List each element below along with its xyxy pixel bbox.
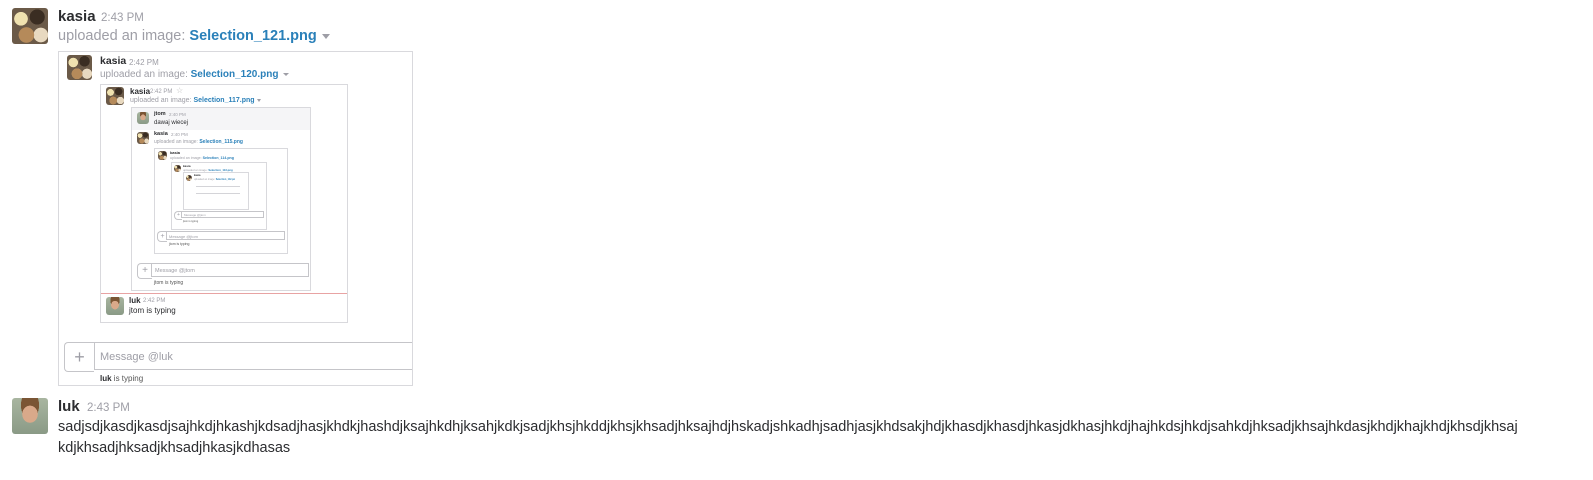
image-preview: jtom 2:40 PM dawaj wiecej kasia 2:40 PM …: [131, 107, 311, 291]
divider: [196, 186, 240, 187]
file-link: Selection_117.png: [193, 97, 255, 104]
avatar: [158, 151, 167, 160]
typing-indicator: jtom is typing: [154, 280, 184, 286]
new-messages-divider: [101, 293, 347, 294]
typing-suffix: is typing: [113, 374, 144, 383]
avatar: [106, 87, 124, 105]
message-timestamp[interactable]: 2:43 PM: [101, 12, 144, 24]
upload-line: uploaded an image: Selection_114.png: [170, 156, 234, 160]
message-input: Message @jtom: [151, 263, 309, 277]
file-link: Selection_115.png: [199, 139, 243, 145]
typing-user: luk: [100, 374, 112, 383]
message-input: Message @jtom: [181, 211, 264, 218]
avatar: [186, 175, 192, 181]
image-preview: kasia uploaded an image: Selection_113.p…: [171, 162, 267, 230]
file-link: Selection_114.png: [202, 156, 234, 160]
upload-prefix: uploaded an image:: [100, 69, 188, 80]
upload-line: uploaded an image: Selection_121.png: [58, 28, 330, 44]
avatar[interactable]: [12, 8, 48, 44]
message-text: sadjsdjkasdjkasdjsajhkdjhkashjkdsadjhasj…: [58, 417, 1538, 459]
star-icon: ☆: [176, 86, 184, 95]
image-preview: kasia uploaded an image: Selection_114.p…: [154, 148, 288, 254]
upload-prefix: uploaded an image:: [58, 28, 186, 44]
message-text: dawaj wiecej: [154, 120, 189, 126]
upload-prefix: uploaded an image:: [154, 139, 198, 145]
image-preview: kasia 2:42 PM ☆ uploaded an image: Selec…: [100, 84, 348, 323]
chevron-down-icon[interactable]: [321, 33, 330, 39]
file-link: Selection_120.png: [190, 69, 279, 80]
image-preview: kasia uploaded an image: Selection_112.p…: [183, 172, 249, 210]
divider: [196, 193, 240, 194]
upload-line: uploaded an image: Selection_120.png: [100, 69, 290, 80]
message-input: Message @jtom: [166, 231, 285, 240]
typing-indicator: jtom is typing: [169, 242, 190, 246]
message-text: jtom is typing: [129, 306, 176, 315]
avatar: [67, 55, 92, 80]
typing-indicator: luk is typing: [100, 374, 143, 383]
typing-indicator: jtom is typing: [183, 220, 199, 223]
message-text-line: kdjkhsadjhksadjkhsadjhkasjkdhasas: [58, 440, 291, 456]
upload-line: uploaded an image: Selection_112.pn: [194, 178, 235, 181]
message-author: kasia: [130, 87, 151, 96]
message-author: luk: [129, 296, 141, 305]
message-input: Message @luk: [94, 342, 412, 370]
message-author: kasia: [170, 150, 181, 155]
chevron-down-icon: [283, 72, 290, 76]
upload-prefix: uploaded an image:: [130, 97, 192, 104]
message-author[interactable]: kasia: [58, 8, 96, 25]
avatar: [106, 297, 124, 315]
avatar: [137, 132, 149, 144]
message-timestamp: 2:40 PM: [169, 112, 186, 117]
image-preview[interactable]: kasia 2:42 PM uploaded an image: Selecti…: [58, 51, 413, 386]
message-author[interactable]: luk: [58, 398, 80, 415]
plus-icon: +: [64, 342, 94, 372]
file-link: Selection_112.pn: [215, 178, 236, 181]
message-text-line: sadjsdjkasdjkasdjsajhkdjhkashjkdsadjhasj…: [58, 419, 1518, 435]
message-timestamp: 2:42 PM: [129, 58, 159, 67]
upload-prefix: uploaded an image:: [170, 156, 202, 160]
message-author: kasia: [154, 131, 168, 137]
message-timestamp: 2:42 PM: [150, 89, 173, 95]
avatar: [137, 112, 149, 124]
avatar[interactable]: [12, 398, 48, 434]
message-author: jtom: [154, 111, 166, 117]
message-timestamp: 2:42 PM: [143, 298, 166, 304]
chevron-down-icon: [256, 98, 261, 102]
plus-icon: +: [137, 263, 152, 279]
message-timestamp[interactable]: 2:43 PM: [87, 402, 130, 414]
avatar: [174, 165, 181, 172]
message-author: kasia: [194, 174, 201, 177]
file-link[interactable]: Selection_121.png: [189, 28, 316, 44]
message-timestamp: 2:40 PM: [171, 132, 188, 137]
upload-prefix: uploaded an image:: [194, 178, 216, 181]
message-author: kasia: [100, 55, 127, 67]
upload-line: uploaded an image: Selection_115.png: [154, 139, 243, 145]
upload-line: uploaded an image: Selection_117.png: [130, 97, 261, 104]
